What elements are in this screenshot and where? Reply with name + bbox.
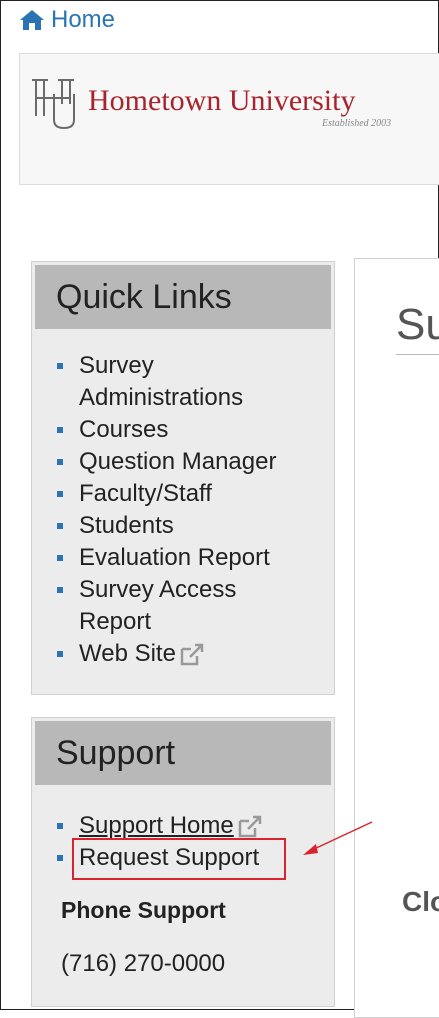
request-support-highlight	[72, 838, 286, 880]
content-text: Clo	[402, 886, 439, 917]
quick-links-list: Survey Administrations Courses Question …	[32, 350, 334, 670]
quick-link-survey-administrations[interactable]: Survey Administrations	[32, 350, 334, 414]
university-banner: Hometown University Established 2003	[19, 53, 439, 185]
quick-link-faculty-staff[interactable]: Faculty/Staff	[32, 478, 334, 510]
home-icon	[20, 10, 44, 30]
university-name: Hometown University	[88, 84, 356, 117]
quick-links-panel: Quick Links Survey Administrations Cours…	[31, 261, 335, 695]
quick-link-courses[interactable]: Courses	[32, 414, 334, 446]
quick-link-question-manager[interactable]: Question Manager	[32, 446, 334, 478]
content-title-divider	[396, 354, 439, 355]
content-title: Su	[396, 300, 439, 349]
university-monogram-logo	[32, 79, 75, 130]
quick-link-survey-access-report[interactable]: Survey Access Report	[32, 574, 334, 638]
quick-link-students[interactable]: Students	[32, 510, 334, 542]
phone-number: (716) 270-0000	[61, 950, 226, 977]
external-link-icon	[238, 815, 261, 837]
external-link-icon	[180, 643, 204, 665]
home-link-label: Home	[51, 6, 116, 33]
support-heading: Support	[35, 721, 331, 785]
established-text: Established 2003	[322, 118, 392, 129]
quick-link-evaluation-report[interactable]: Evaluation Report	[32, 542, 334, 574]
quick-links-heading: Quick Links	[35, 265, 331, 329]
home-link[interactable]: Home	[19, 6, 115, 34]
quick-link-web-site[interactable]: Web Site	[32, 638, 334, 670]
phone-support-heading: Phone Support	[61, 897, 226, 923]
